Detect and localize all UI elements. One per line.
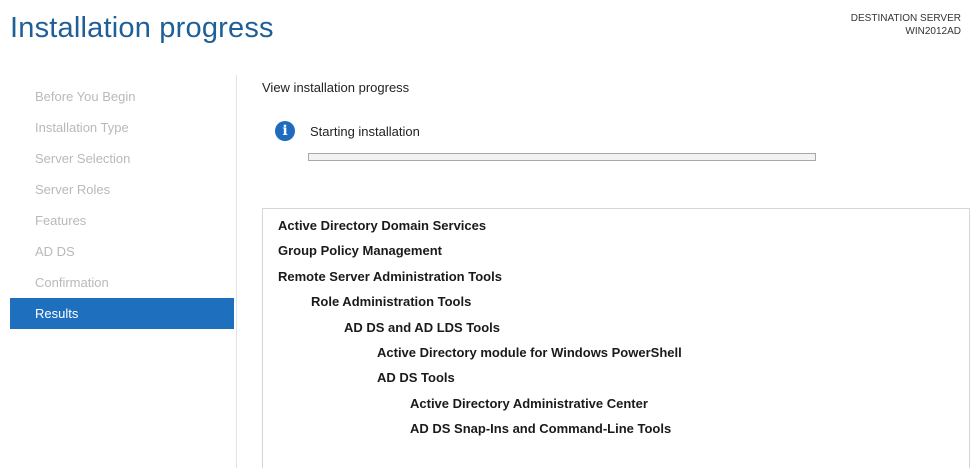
destination-server-name: WIN2012AD: [905, 26, 961, 37]
nav-divider: [236, 75, 237, 468]
feature-item: Group Policy Management: [278, 243, 442, 259]
feature-item: AD DS and AD LDS Tools: [344, 319, 500, 335]
nav-item-server-roles[interactable]: Server Roles: [10, 174, 234, 205]
nav-item-confirmation[interactable]: Confirmation: [10, 267, 234, 298]
nav-item-results[interactable]: Results: [10, 298, 234, 329]
info-icon: i: [275, 121, 295, 141]
feature-item: Active Directory module for Windows Powe…: [377, 344, 682, 360]
main-content: View installation progress i Starting in…: [262, 78, 971, 468]
nav-item-server-selection[interactable]: Server Selection: [10, 143, 234, 174]
feature-item: Active Directory Administrative Center: [410, 395, 648, 411]
page-title: Installation progress: [10, 12, 274, 44]
feature-list[interactable]: Active Directory Domain Services Group P…: [262, 208, 970, 468]
feature-item: Active Directory Domain Services: [278, 218, 487, 233]
status-text: Starting installation: [310, 123, 420, 139]
destination-server-label: DESTINATION SERVER: [850, 13, 961, 24]
nav-item-before-you-begin[interactable]: Before You Begin: [10, 81, 234, 112]
feature-item: AD DS Snap-Ins and Command-Line Tools: [410, 421, 672, 437]
destination-server: DESTINATION SERVER WIN2012AD: [851, 12, 961, 38]
feature-item: Remote Server Administration Tools: [278, 268, 502, 284]
wizard-steps-nav: Before You Begin Installation Type Serve…: [10, 81, 234, 329]
installation-progress-bar: [308, 153, 816, 161]
nav-item-features[interactable]: Features: [10, 205, 234, 236]
status-row: i Starting installation: [275, 120, 420, 142]
wizard-window: Installation progress DESTINATION SERVER…: [0, 0, 971, 468]
nav-item-installation-type[interactable]: Installation Type: [10, 112, 234, 143]
feature-item: Role Administration Tools: [311, 294, 472, 310]
nav-item-ad-ds[interactable]: AD DS: [10, 236, 234, 267]
feature-item: AD DS Tools: [377, 370, 455, 386]
section-heading: View installation progress: [262, 80, 410, 95]
